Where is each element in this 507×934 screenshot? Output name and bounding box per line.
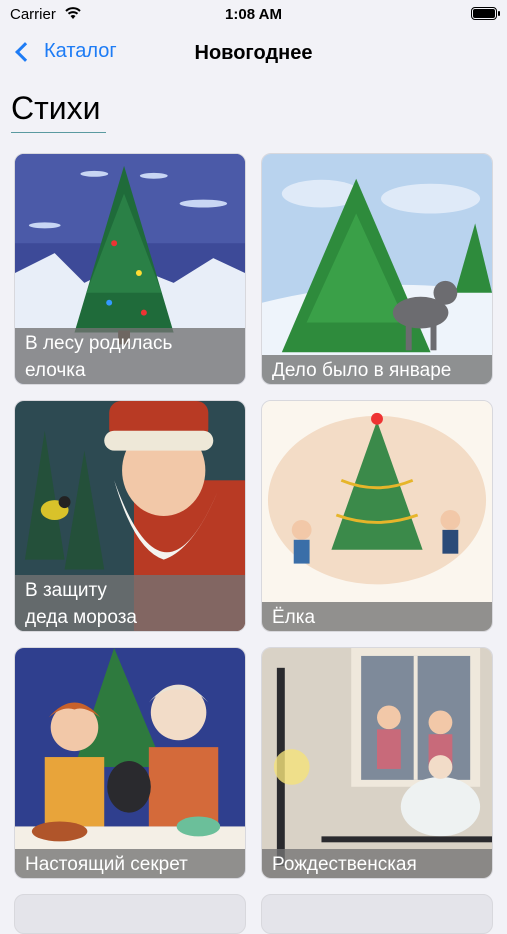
- battery-icon: [471, 7, 500, 20]
- card-label: Настоящий секрет: [15, 849, 245, 878]
- poem-card-partial[interactable]: [261, 894, 493, 934]
- poem-card[interactable]: Ёлка: [261, 400, 493, 632]
- card-label: В защиту деда мороза: [15, 575, 245, 631]
- card-title-line2: деда мороза: [25, 607, 137, 628]
- poem-card[interactable]: Дело было в январе: [261, 153, 493, 385]
- poem-card[interactable]: Настоящий секрет: [14, 647, 246, 879]
- card-title-line1: Дело было в январе: [272, 360, 452, 381]
- card-title-line1: В защиту: [25, 580, 107, 601]
- card-title-line1: В лесу родилась: [25, 333, 173, 354]
- section-underline: [11, 132, 106, 133]
- family-with-cat-at-table-image: [15, 648, 245, 878]
- card-label: В лесу родилась елочка: [15, 328, 245, 384]
- navigation-bar: Каталог Новогоднее: [0, 34, 507, 74]
- kids-dancing-around-tree-image: [262, 401, 492, 631]
- angel-by-window-image: [262, 648, 492, 878]
- poem-card-partial[interactable]: [14, 894, 246, 934]
- card-title-line2: елочка: [25, 360, 86, 381]
- wolf-under-fir-tree-image: [262, 154, 492, 384]
- poem-card[interactable]: Рождественская: [261, 647, 493, 879]
- status-bar: Carrier 1:08 AM: [0, 0, 507, 28]
- section-title: Стихи: [11, 90, 101, 126]
- card-title-line1: Рождественская: [272, 854, 417, 875]
- status-time: 1:08 AM: [225, 6, 282, 23]
- poem-card[interactable]: В защиту деда мороза: [14, 400, 246, 632]
- poem-card[interactable]: В лесу родилась елочка: [14, 153, 246, 385]
- card-label: Рождественская: [262, 849, 492, 878]
- card-title-line1: Ёлка: [272, 607, 316, 628]
- nav-title: Новогоднее: [194, 42, 313, 64]
- card-title-line1: Настоящий секрет: [25, 854, 188, 875]
- card-label: Дело было в январе: [262, 355, 492, 384]
- card-label: Ёлка: [262, 602, 492, 631]
